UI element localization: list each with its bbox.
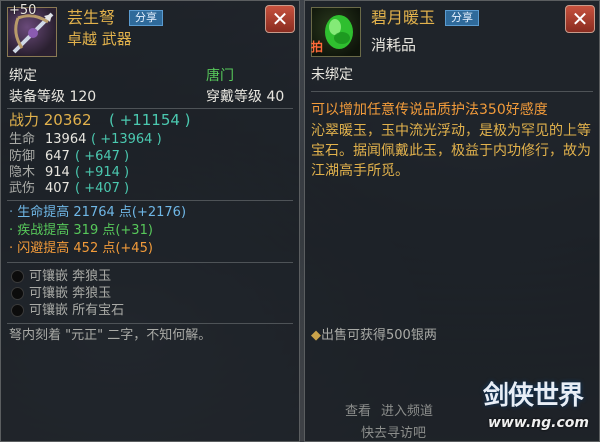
extra-attr-row: · 闪避提高 452 点(+45) xyxy=(9,241,153,256)
stat-value: 407 xyxy=(45,181,70,196)
stat-value: 13964 xyxy=(45,132,87,147)
sell-price: ◆出售可获得500银两 xyxy=(311,328,437,343)
item-description: 沁翠暖玉，玉中流光浮动，是极为罕见的上等宝石。据闻佩戴此玉，极益于内功修行，故为… xyxy=(311,123,591,179)
item-name: 芸生弩 xyxy=(67,8,116,27)
tradable-badge: 拍 xyxy=(311,40,324,54)
stat-value: 914 xyxy=(45,165,70,180)
stat-label: 防御 xyxy=(9,149,36,164)
extra-attr-text: 生命提高 21764 点 xyxy=(17,205,132,220)
share-button[interactable]: 分享 xyxy=(129,10,163,26)
stat-value: 647 xyxy=(45,149,70,164)
stat-bonus: ( +914 ) xyxy=(75,165,130,180)
equip-level: 装备等级 120 xyxy=(9,89,97,105)
stat-label: 隐木 xyxy=(9,165,36,180)
site-watermark: www.ng.com xyxy=(487,415,589,431)
stat-bonus: ( +13964 ) xyxy=(91,132,162,147)
extra-attr-row: · 疾战提高 319 点(+31) xyxy=(9,223,153,238)
extra-attr-bonus: (+31) xyxy=(115,223,153,238)
item-type: 消耗品 xyxy=(371,36,417,54)
divider xyxy=(7,323,293,324)
game-logo-text: 剑侠世界 xyxy=(482,381,584,411)
game-logo: 剑侠世界 www.ng.com xyxy=(433,367,593,437)
combat-power-bonus: ( +11154 ) xyxy=(109,111,191,129)
school-requirement: 唐门 xyxy=(206,68,234,84)
item-effect: 可以增加任意传说品质护法350好感度 xyxy=(311,102,548,118)
socket-label: 可镶嵌 奔狼玉 xyxy=(29,269,112,284)
share-button[interactable]: 分享 xyxy=(445,10,479,26)
sell-price-text: 出售可获得500银两 xyxy=(321,328,437,343)
divider xyxy=(7,200,293,201)
item-quality: 卓越 武器 xyxy=(67,30,132,48)
extra-attr-row: · 生命提高 21764 点(+2176) xyxy=(9,205,187,220)
divider xyxy=(7,262,293,263)
divider xyxy=(7,108,293,109)
bind-status: 未绑定 xyxy=(311,67,353,83)
socket-label: 可镶嵌 所有宝石 xyxy=(29,303,125,318)
divider xyxy=(311,91,593,92)
enhance-level: +50 xyxy=(9,3,37,18)
extra-attr-text: 闪避提高 452 点 xyxy=(17,241,116,256)
bind-status: 绑定 xyxy=(9,68,37,84)
stat-bonus: ( +647 ) xyxy=(75,149,130,164)
chat-channel-link[interactable]: 进入频道 xyxy=(381,404,433,420)
socket-label: 可镶嵌 奔狼玉 xyxy=(29,286,112,301)
empty-socket-icon xyxy=(11,287,24,300)
empty-socket-icon xyxy=(11,270,24,283)
chat-hint-text: 快去寻访吧 xyxy=(361,426,427,441)
stat-bonus: ( +407 ) xyxy=(75,181,130,196)
weapon-tooltip-panel: +50 芸生弩 分享 卓越 武器 ✕ 绑定 唐门 装备等级 120 穿戴等级 4… xyxy=(0,0,300,442)
stat-label: 生命 xyxy=(9,132,36,147)
empty-socket-icon xyxy=(11,304,24,317)
wear-level: 穿戴等级 40 xyxy=(206,89,285,105)
extra-attr-text: 疾战提高 319 点 xyxy=(17,223,116,238)
item-name: 碧月暖玉 xyxy=(371,8,436,27)
combat-power: 战力 20362 xyxy=(9,111,92,129)
chat-view-link[interactable]: 查看 xyxy=(345,404,371,420)
extra-attr-bonus: (+2176) xyxy=(131,205,187,220)
jade-tooltip-panel: 拍 碧月暖玉 分享 消耗品 ✕ 未绑定 可以增加任意传说品质护法350好感度 沁… xyxy=(304,0,600,442)
stat-label: 武伤 xyxy=(9,181,36,196)
extra-attr-bonus: (+45) xyxy=(115,241,153,256)
close-icon[interactable]: ✕ xyxy=(265,5,295,33)
flavor-text: 弩内刻着 "元正" 二字，不知何解。 xyxy=(9,328,212,343)
close-icon[interactable]: ✕ xyxy=(565,5,595,33)
